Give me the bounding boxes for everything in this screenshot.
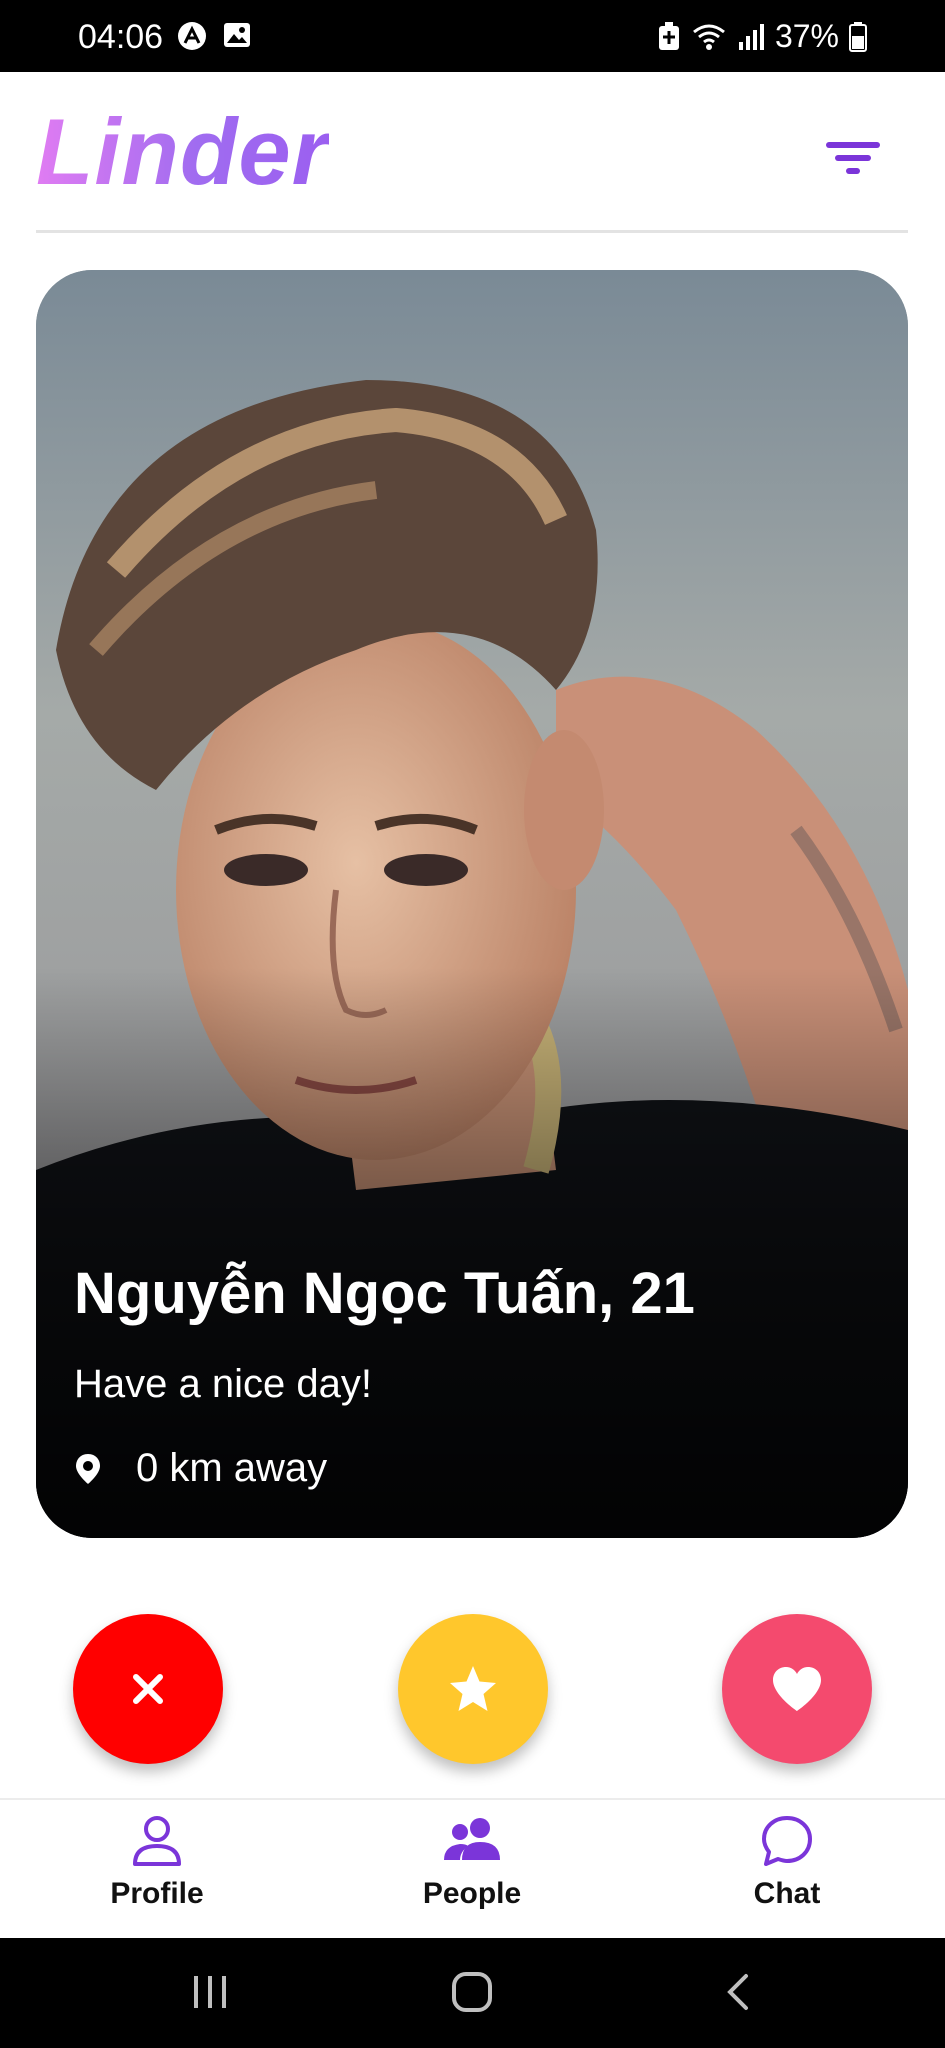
profile-photo bbox=[36, 270, 908, 1538]
status-right: 37% bbox=[657, 18, 867, 55]
image-icon bbox=[224, 23, 250, 47]
star-icon bbox=[450, 1666, 496, 1711]
nav-people-label: People bbox=[422, 1877, 522, 1910]
a-icon bbox=[178, 22, 206, 50]
battery-saver-icon bbox=[658, 21, 679, 50]
header-divider bbox=[36, 230, 908, 233]
distance-row: 0 km away bbox=[74, 1446, 327, 1491]
distance-label: 0 km away bbox=[136, 1446, 328, 1490]
nav-chat[interactable]: Chat bbox=[687, 1814, 887, 1911]
wifi-icon bbox=[693, 24, 725, 50]
system-nav-bar bbox=[0, 1938, 945, 2048]
filter-icon bbox=[826, 142, 880, 174]
profile-card[interactable]: Nguyễn Ngọc Tuấn, 21 Have a nice day! 0 … bbox=[36, 270, 908, 1538]
user-icon bbox=[133, 1816, 181, 1866]
people-icon bbox=[444, 1818, 500, 1860]
nav-profile-label: Profile bbox=[110, 1877, 204, 1910]
chat-bubble-icon bbox=[762, 1816, 812, 1866]
app-logo: Linder bbox=[36, 99, 330, 204]
recent-apps-icon[interactable] bbox=[188, 1970, 232, 2014]
nav-people[interactable]: People bbox=[372, 1814, 572, 1911]
status-time: 04:06 bbox=[78, 18, 164, 56]
battery-percent: 37% bbox=[774, 18, 839, 54]
dislike-button[interactable] bbox=[73, 1614, 223, 1764]
home-icon[interactable] bbox=[450, 1970, 494, 2014]
battery-icon bbox=[849, 21, 867, 52]
signal-icon bbox=[738, 23, 764, 50]
bottom-nav: Profile People Chat bbox=[0, 1798, 945, 1938]
filter-button[interactable] bbox=[820, 128, 890, 188]
app-header: Linder bbox=[0, 72, 945, 232]
location-pin-icon bbox=[76, 1453, 100, 1484]
superlike-button[interactable] bbox=[398, 1614, 548, 1764]
nav-chat-label: Chat bbox=[753, 1877, 821, 1910]
heart-icon bbox=[773, 1667, 821, 1711]
close-icon bbox=[133, 1674, 163, 1704]
profile-name-age: Nguyễn Ngọc Tuấn, 21 bbox=[74, 1261, 695, 1326]
profile-bio: Have a nice day! bbox=[74, 1362, 372, 1406]
status-bar: 04:06 37% bbox=[0, 0, 945, 72]
like-button[interactable] bbox=[722, 1614, 872, 1764]
nav-profile[interactable]: Profile bbox=[57, 1814, 257, 1911]
status-left-icons bbox=[176, 20, 252, 52]
back-icon[interactable] bbox=[718, 1970, 762, 2014]
